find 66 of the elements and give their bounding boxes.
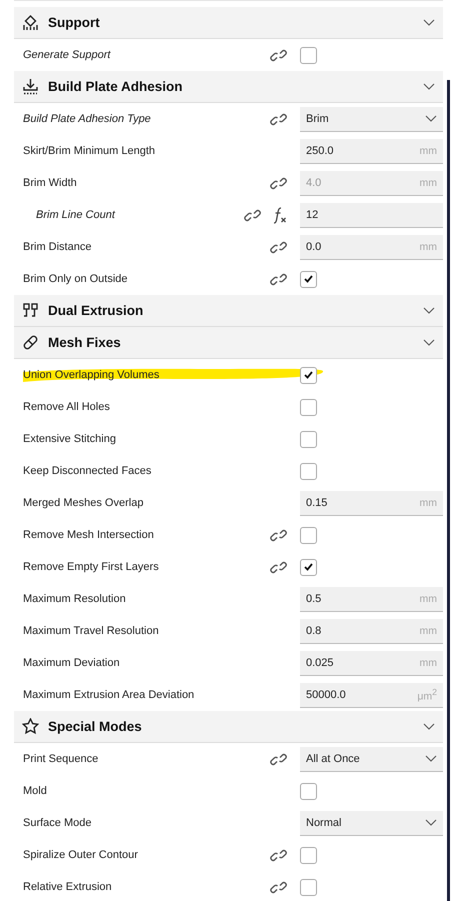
setting-label: Maximum Deviation	[23, 657, 121, 669]
setting-label: Maximum Extrusion Area Deviation	[23, 689, 196, 701]
checkbox[interactable]	[300, 430, 317, 448]
checkbox[interactable]	[300, 398, 317, 416]
checkbox[interactable]	[300, 46, 317, 64]
setting-label: Mold	[23, 785, 48, 797]
dropdown[interactable]: All at Once	[300, 746, 443, 772]
chevron-icon	[425, 114, 437, 122]
checkbox[interactable]	[300, 846, 317, 864]
chevron-icon	[423, 306, 435, 314]
setting-label: Extensive Stitching	[23, 433, 117, 445]
setting-label: Remove All Holes	[23, 401, 111, 413]
number-field[interactable]: 0.5 mm	[300, 586, 443, 612]
checkbox[interactable]	[300, 558, 317, 576]
number-field[interactable]: 0.025 mm	[300, 650, 443, 676]
setting-label: Build Plate Adhesion Type	[23, 113, 152, 125]
setting-label: Brim Line Count	[36, 209, 116, 221]
bandage-icon	[22, 334, 39, 351]
checkbox[interactable]	[300, 878, 317, 896]
download-tray-icon	[22, 78, 39, 95]
setting-label: Generate Support	[23, 49, 112, 61]
checkmark-icon	[304, 371, 313, 379]
checkmark-icon	[304, 563, 313, 571]
setting-label: Brim Distance	[23, 241, 92, 253]
number-field[interactable]: 50000.0 μm$^{2}$	[300, 682, 443, 708]
checkbox[interactable]	[300, 270, 317, 288]
setting-label: Merged Meshes Overlap	[23, 497, 144, 509]
setting-label: Remove Empty First Layers	[23, 561, 160, 573]
section-header[interactable]: Dual Extrusion	[14, 295, 443, 327]
checkbox[interactable]	[300, 526, 317, 544]
setting-label: Spiralize Outer Contour	[23, 849, 139, 861]
number-field[interactable]: 0.15 mm	[300, 490, 443, 516]
setting-label: Keep Disconnected Faces	[23, 465, 152, 477]
checkbox[interactable]	[300, 366, 317, 384]
setting-label: Surface Mode	[23, 817, 92, 829]
setting-label: Brim Only on Outside	[23, 273, 129, 285]
checkmark-icon	[304, 275, 313, 283]
chevron-icon	[423, 338, 435, 346]
dropdown[interactable]: Normal	[300, 810, 443, 836]
chevron-icon	[425, 754, 437, 762]
chevron-icon	[423, 722, 435, 730]
section-header[interactable]: Special Modes	[14, 711, 443, 743]
dropdown[interactable]: Brim	[300, 106, 443, 132]
checkbox[interactable]	[300, 462, 317, 480]
section-header[interactable]: Mesh Fixes	[14, 327, 443, 359]
section-header[interactable]: Build Plate Adhesion	[14, 71, 443, 103]
number-field[interactable]: 0.0 mm	[300, 234, 443, 260]
setting-label: Maximum Travel Resolution	[23, 625, 160, 637]
setting-label: Maximum Resolution	[23, 593, 127, 605]
setting-label: Union Overlapping Volumes	[23, 369, 160, 381]
chevron-icon	[425, 818, 437, 826]
star-icon	[22, 718, 39, 735]
extruders-icon	[22, 302, 39, 319]
support-icon	[22, 14, 39, 31]
number-field[interactable]: 0.8 mm	[300, 618, 443, 644]
scrollbar[interactable]	[447, 80, 450, 901]
setting-label: Print Sequence	[23, 753, 100, 765]
setting-label: Brim Width	[23, 177, 78, 189]
setting-label: Relative Extrusion	[23, 881, 113, 893]
setting-label: Remove Mesh Intersection	[23, 529, 155, 541]
chevron-icon	[423, 82, 435, 90]
checkbox[interactable]	[300, 782, 317, 800]
setting-label: Skirt/Brim Minimum Length	[23, 145, 156, 157]
section-header[interactable]: Support	[14, 7, 443, 39]
number-field[interactable]: 250.0 mm	[300, 138, 443, 164]
chevron-icon	[423, 18, 435, 26]
